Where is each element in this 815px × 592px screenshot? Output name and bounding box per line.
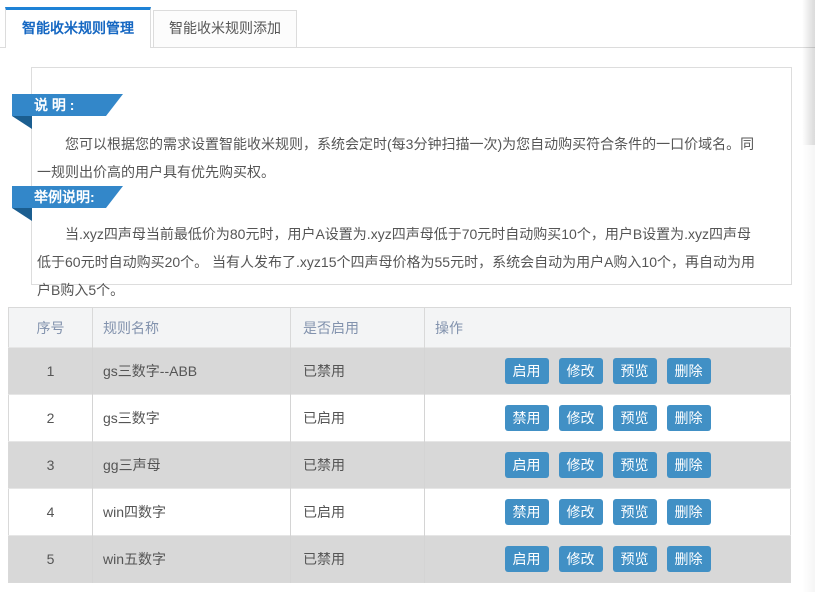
cell-index: 2 — [9, 395, 93, 442]
delete-button[interactable]: 删除 — [667, 499, 711, 525]
disable-button[interactable]: 禁用 — [505, 405, 549, 431]
cell-status: 已启用 — [291, 395, 425, 442]
delete-button[interactable]: 删除 — [667, 358, 711, 384]
cell-actions: 启用修改预览删除 — [425, 348, 791, 395]
rules-table: 序号 规则名称 是否启用 操作 1gs三数字--ABB已禁用启用修改预览删除2g… — [8, 307, 791, 583]
explain-ribbon: 说 明 : — [12, 94, 123, 116]
cell-rule-name: gg三声母 — [93, 442, 291, 489]
table-row: 5win五数字已禁用启用修改预览删除 — [9, 536, 791, 583]
cell-index: 5 — [9, 536, 93, 583]
preview-button[interactable]: 预览 — [613, 358, 657, 384]
cell-status: 已禁用 — [291, 536, 425, 583]
table-row: 1gs三数字--ABB已禁用启用修改预览删除 — [9, 348, 791, 395]
edit-button[interactable]: 修改 — [559, 405, 603, 431]
table-header-row: 序号 规则名称 是否启用 操作 — [9, 308, 791, 348]
table-row: 3gg三声母已禁用启用修改预览删除 — [9, 442, 791, 489]
cell-rule-name: gs三数字 — [93, 395, 291, 442]
cell-rule-name: win四数字 — [93, 489, 291, 536]
edit-button[interactable]: 修改 — [559, 546, 603, 572]
delete-button[interactable]: 删除 — [667, 405, 711, 431]
disable-button[interactable]: 禁用 — [505, 499, 549, 525]
cell-status: 已禁用 — [291, 442, 425, 489]
cell-actions: 禁用修改预览删除 — [425, 489, 791, 536]
tab-rule-add[interactable]: 智能收米规则添加 — [153, 10, 297, 47]
example-ribbon-fold — [12, 208, 32, 221]
header-rule-name: 规则名称 — [93, 308, 291, 348]
delete-button[interactable]: 删除 — [667, 546, 711, 572]
edit-button[interactable]: 修改 — [559, 452, 603, 478]
explain-ribbon-fold — [12, 116, 32, 129]
table-row: 4win四数字已启用禁用修改预览删除 — [9, 489, 791, 536]
preview-button[interactable]: 预览 — [613, 405, 657, 431]
cell-actions: 禁用修改预览删除 — [425, 395, 791, 442]
example-ribbon: 举例说明: — [12, 186, 123, 208]
delete-button[interactable]: 删除 — [667, 452, 711, 478]
cell-actions: 启用修改预览删除 — [425, 442, 791, 489]
header-index: 序号 — [9, 308, 93, 348]
header-actions: 操作 — [425, 308, 791, 348]
table-row: 2gs三数字已启用禁用修改预览删除 — [9, 395, 791, 442]
example-text: 当.xyz四声母当前最低价为80元时，用户A设置为.xyz四声母低于70元时自动… — [37, 220, 765, 304]
cell-actions: 启用修改预览删除 — [425, 536, 791, 583]
explain-text: 您可以根据您的需求设置智能收米规则，系统会定时(每3分钟扫描一次)为您自动购买符… — [37, 130, 765, 186]
cell-rule-name: win五数字 — [93, 536, 291, 583]
tab-bar: 智能收米规则管理 智能收米规则添加 — [0, 0, 815, 48]
edit-button[interactable]: 修改 — [559, 358, 603, 384]
preview-button[interactable]: 预览 — [613, 452, 657, 478]
cell-rule-name: gs三数字--ABB — [93, 348, 291, 395]
enable-button[interactable]: 启用 — [505, 546, 549, 572]
rules-table-body: 1gs三数字--ABB已禁用启用修改预览删除2gs三数字已启用禁用修改预览删除3… — [9, 348, 791, 583]
instructions-panel: 说 明 : 您可以根据您的需求设置智能收米规则，系统会定时(每3分钟扫描一次)为… — [31, 67, 792, 285]
cell-index: 3 — [9, 442, 93, 489]
cell-index: 1 — [9, 348, 93, 395]
preview-button[interactable]: 预览 — [613, 499, 657, 525]
enable-button[interactable]: 启用 — [505, 452, 549, 478]
cell-status: 已启用 — [291, 489, 425, 536]
preview-button[interactable]: 预览 — [613, 546, 657, 572]
enable-button[interactable]: 启用 — [505, 358, 549, 384]
edit-button[interactable]: 修改 — [559, 499, 603, 525]
cell-status: 已禁用 — [291, 348, 425, 395]
cell-index: 4 — [9, 489, 93, 536]
scrollbar-thumb[interactable] — [802, 0, 815, 145]
tab-rule-manage[interactable]: 智能收米规则管理 — [5, 7, 151, 48]
header-enabled: 是否启用 — [291, 308, 425, 348]
